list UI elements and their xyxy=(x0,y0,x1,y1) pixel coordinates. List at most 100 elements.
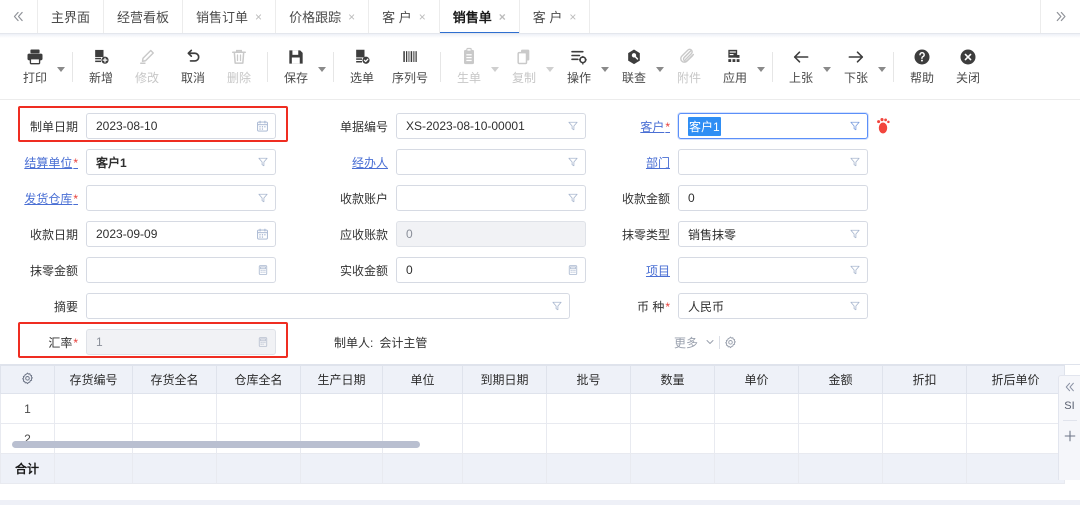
input-抹零类型[interactable]: 销售抹零 xyxy=(678,221,868,247)
filter-icon[interactable] xyxy=(849,120,861,132)
filter-icon[interactable] xyxy=(849,300,861,312)
grid-cell[interactable] xyxy=(463,394,547,424)
grid-cell[interactable] xyxy=(217,424,301,454)
close-icon[interactable]: × xyxy=(348,11,355,23)
grid-cell[interactable] xyxy=(463,424,547,454)
toolbar-button-打印[interactable]: 打印 xyxy=(14,44,56,86)
expand-tabs-button[interactable] xyxy=(1040,0,1080,33)
input-经办人[interactable] xyxy=(396,149,586,175)
toolbar-dropdown-caret-打印[interactable] xyxy=(57,67,65,72)
col-存货编号[interactable]: 存货编号 xyxy=(55,366,133,394)
toolbar-button-关闭[interactable]: 关闭 xyxy=(947,44,989,86)
label-结算单位[interactable]: 结算单位* xyxy=(0,154,86,171)
toolbar-button-联查[interactable]: 联查 xyxy=(613,44,655,86)
filter-icon[interactable] xyxy=(849,156,861,168)
grid-cell[interactable] xyxy=(631,394,715,424)
tab-5[interactable]: 销售单× xyxy=(440,0,520,33)
toolbar-button-应用[interactable]: 应用 xyxy=(714,44,756,86)
grid-cell[interactable] xyxy=(967,424,1065,454)
close-icon[interactable]: × xyxy=(419,11,426,23)
grid-cell[interactable] xyxy=(799,424,883,454)
filter-icon[interactable] xyxy=(567,120,579,132)
panel-add-button[interactable] xyxy=(1063,429,1077,446)
filter-icon[interactable] xyxy=(849,228,861,240)
toolbar-dropdown-caret-下张[interactable] xyxy=(878,67,886,72)
calculator-icon[interactable] xyxy=(257,264,269,276)
table-row[interactable]: 2 xyxy=(1,424,1065,454)
collapse-tabs-button[interactable] xyxy=(0,0,38,33)
input-客户[interactable]: 客户1 xyxy=(678,113,868,139)
label-发货仓库[interactable]: 发货仓库* xyxy=(0,190,86,207)
toolbar-dropdown-caret-操作[interactable] xyxy=(601,67,609,72)
tab-6[interactable]: 客 户× xyxy=(520,0,591,33)
toolbar-button-取消[interactable]: 取消 xyxy=(172,44,214,86)
toolbar-button-保存[interactable]: 保存 xyxy=(275,44,317,86)
input-摘要[interactable] xyxy=(86,293,570,319)
toolbar-button-上张[interactable]: 上张 xyxy=(780,44,822,86)
input-单据编号[interactable]: XS-2023-08-10-00001 xyxy=(396,113,586,139)
col-折后单价[interactable]: 折后单价 xyxy=(967,366,1065,394)
toolbar-button-操作[interactable]: 操作 xyxy=(558,44,600,86)
panel-collapse-button[interactable] xyxy=(1064,381,1076,396)
col-折扣[interactable]: 折扣 xyxy=(883,366,967,394)
input-部门[interactable] xyxy=(678,149,868,175)
grid-cell[interactable] xyxy=(55,424,133,454)
toolbar-dropdown-caret-生单[interactable] xyxy=(491,67,499,72)
tab-3[interactable]: 价格跟踪× xyxy=(276,0,369,33)
close-icon[interactable]: × xyxy=(255,11,262,23)
tab-1[interactable]: 经营看板 xyxy=(104,0,183,33)
col-到期日期[interactable]: 到期日期 xyxy=(463,366,547,394)
col-仓库全名[interactable]: 仓库全名 xyxy=(217,366,301,394)
col-金额[interactable]: 金额 xyxy=(799,366,883,394)
toolbar-button-序列号[interactable]: 序列号 xyxy=(387,44,433,86)
col-存货全名[interactable]: 存货全名 xyxy=(133,366,217,394)
grid-cell[interactable] xyxy=(967,394,1065,424)
more-button[interactable]: 更多 xyxy=(674,334,716,351)
input-实收金额[interactable]: 0 xyxy=(396,257,586,283)
tab-2[interactable]: 销售订单× xyxy=(183,0,276,33)
filter-icon[interactable] xyxy=(849,264,861,276)
grid-cell[interactable] xyxy=(715,394,799,424)
filter-icon[interactable] xyxy=(257,192,269,204)
calendar-icon[interactable] xyxy=(256,228,269,241)
toolbar-dropdown-caret-上张[interactable] xyxy=(823,67,831,72)
input-制单日期[interactable]: 2023-08-10 xyxy=(86,113,276,139)
grid-cell[interactable] xyxy=(547,424,631,454)
label-项目[interactable]: 项目 xyxy=(590,262,678,279)
close-icon[interactable]: × xyxy=(499,11,506,23)
grid-cell[interactable] xyxy=(383,394,463,424)
toolbar-button-选单[interactable]: 选单 xyxy=(341,44,383,86)
toolbar-dropdown-caret-复制[interactable] xyxy=(546,67,554,72)
input-项目[interactable] xyxy=(678,257,868,283)
grid-cell[interactable] xyxy=(55,394,133,424)
col-单价[interactable]: 单价 xyxy=(715,366,799,394)
input-抹零金额[interactable] xyxy=(86,257,276,283)
grid-cell[interactable] xyxy=(133,424,217,454)
grid-horizontal-scrollbar[interactable] xyxy=(12,441,420,448)
grid-cell[interactable] xyxy=(631,424,715,454)
col-生产日期[interactable]: 生产日期 xyxy=(301,366,383,394)
grid-cell[interactable] xyxy=(799,394,883,424)
grid-cell[interactable] xyxy=(301,394,383,424)
filter-icon[interactable] xyxy=(567,192,579,204)
toolbar-button-新增[interactable]: 新增 xyxy=(80,44,122,86)
label-客户[interactable]: 客户* xyxy=(590,118,678,135)
form-settings-button[interactable] xyxy=(723,335,738,350)
grid-cell[interactable] xyxy=(715,424,799,454)
input-币种[interactable]: 人民币 xyxy=(678,293,868,319)
toolbar-button-下张[interactable]: 下张 xyxy=(835,44,877,86)
grid-cell[interactable] xyxy=(547,394,631,424)
tab-0[interactable]: 主界面 xyxy=(38,0,104,33)
grid-cell[interactable] xyxy=(883,424,967,454)
input-结算单位[interactable]: 客户1 xyxy=(86,149,276,175)
toolbar-button-帮助[interactable]: 帮助 xyxy=(901,44,943,86)
calendar-icon[interactable] xyxy=(256,120,269,133)
filter-icon[interactable] xyxy=(567,156,579,168)
grid-settings-header[interactable] xyxy=(1,366,55,394)
grid-cell[interactable] xyxy=(217,394,301,424)
toolbar-dropdown-caret-保存[interactable] xyxy=(318,67,326,72)
toolbar-dropdown-caret-应用[interactable] xyxy=(757,67,765,72)
label-部门[interactable]: 部门 xyxy=(590,154,678,171)
grid-cell[interactable] xyxy=(301,424,383,454)
grid-cell[interactable] xyxy=(883,394,967,424)
